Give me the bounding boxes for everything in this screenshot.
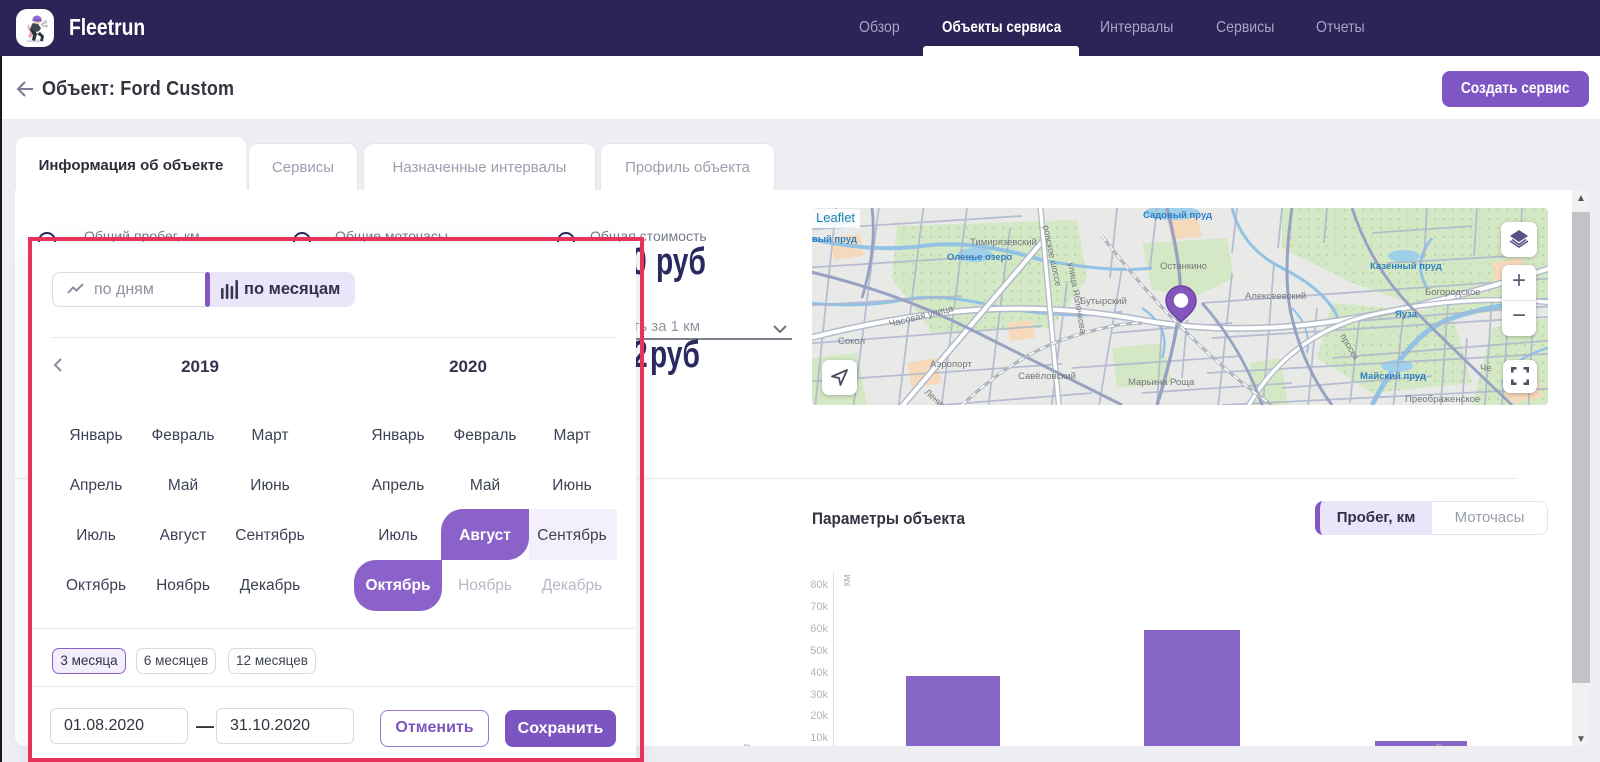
svg-text:Тимирязевский: Тимирязевский (970, 237, 1037, 248)
svg-text:Оленье озеро: Оленье озеро (947, 252, 1012, 263)
svg-text:Останкино: Останкино (1160, 261, 1207, 272)
svg-text:Марьина Роща: Марьина Роща (1128, 377, 1195, 388)
svg-text:Че: Че (1480, 363, 1492, 374)
svg-text:Савёловский: Савёловский (1018, 371, 1076, 382)
svg-text:Бутырский: Бутырский (1080, 296, 1127, 307)
svg-text:вый пруд: вый пруд (812, 234, 857, 245)
svg-text:Яуза: Яуза (1395, 309, 1418, 320)
svg-text:Казенный пруд: Казенный пруд (1370, 261, 1442, 272)
svg-text:Преображенское: Преображенское (1405, 394, 1480, 405)
svg-text:Аэропорт: Аэропорт (930, 359, 972, 370)
svg-text:Алексеевский: Алексеевский (1245, 291, 1306, 302)
svg-text:Садовый пруд: Садовый пруд (1143, 210, 1212, 221)
svg-text:Богородское: Богородское (1425, 287, 1481, 298)
svg-text:Майский пруд: Майский пруд (1360, 371, 1426, 382)
svg-text:Сокол: Сокол (838, 336, 865, 347)
